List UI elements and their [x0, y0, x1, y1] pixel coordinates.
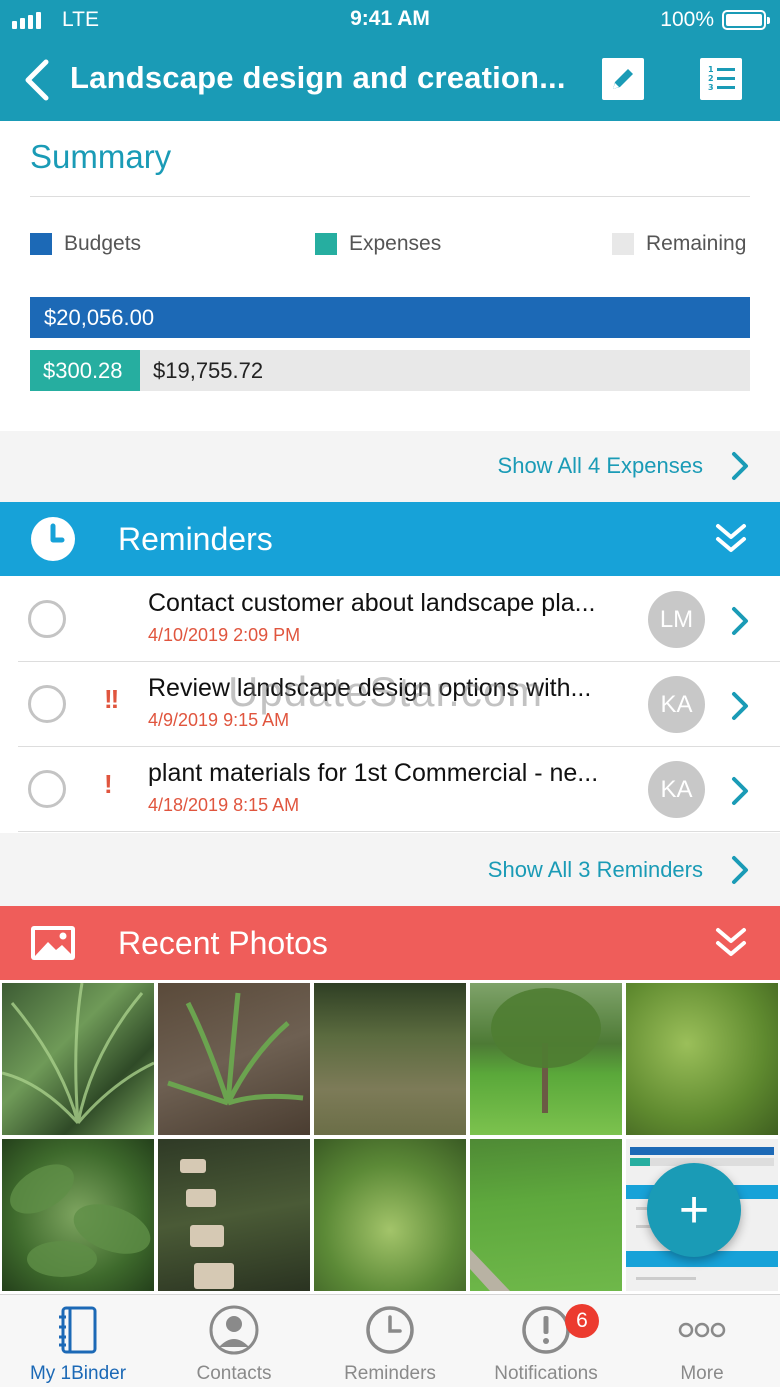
- reminder-checkbox[interactable]: [28, 770, 66, 808]
- reminder-text: plant materials for 1st Commercial - ne.…: [148, 759, 599, 787]
- chevron-right-icon: [732, 856, 748, 884]
- chevron-right-icon: [732, 692, 748, 720]
- legend-label: Budgets: [64, 232, 142, 255]
- reminder-row[interactable]: !! Review landscape design options with.…: [0, 662, 780, 747]
- chevron-right-icon: [732, 452, 748, 480]
- alert-icon: [522, 1306, 570, 1354]
- reminders-header[interactable]: Reminders: [0, 502, 780, 576]
- top-bar: LTE 9:41 AM 100% Landscape design and cr…: [0, 0, 780, 121]
- photo-thumbnail[interactable]: [314, 1139, 466, 1291]
- legend-remaining: Remaining: [612, 232, 746, 256]
- svg-text:1: 1: [708, 65, 714, 74]
- expenses-swatch: [315, 233, 337, 255]
- more-dots-icon: [678, 1322, 726, 1338]
- numbered-list-icon: 1 2 3: [708, 65, 735, 92]
- photo-thumbnail[interactable]: [470, 983, 622, 1135]
- show-all-expenses-label: Show All 4 Expenses: [497, 453, 703, 478]
- legend-budgets: Budgets: [30, 232, 141, 256]
- reminder-checkbox[interactable]: [28, 600, 66, 638]
- svg-text:2: 2: [708, 74, 714, 83]
- tab-label: Reminders: [344, 1363, 436, 1384]
- show-all-reminders-link[interactable]: Show All 3 Reminders: [0, 833, 780, 906]
- tab-reminders[interactable]: Reminders: [312, 1295, 468, 1387]
- photo-grid: [0, 980, 780, 1294]
- tab-notifications[interactable]: Notifications: [468, 1295, 624, 1387]
- battery-percent: 100%: [660, 8, 714, 31]
- legend-label: Expenses: [349, 232, 442, 255]
- legend-label: Remaining: [646, 232, 747, 255]
- tab-bar: My 1Binder Contacts Reminders Notificati…: [0, 1294, 780, 1387]
- reminder-checkbox[interactable]: [28, 685, 66, 723]
- status-bar: LTE 9:41 AM 100%: [0, 0, 780, 42]
- svg-text:3: 3: [708, 83, 714, 92]
- reminders-title: Reminders: [118, 521, 273, 557]
- add-button[interactable]: +: [647, 1163, 741, 1257]
- collapse-icon[interactable]: [714, 926, 748, 960]
- show-all-expenses-link[interactable]: Show All 4 Expenses: [0, 431, 780, 502]
- back-button[interactable]: [22, 58, 52, 102]
- photo-thumbnail[interactable]: [626, 983, 778, 1135]
- photo-thumbnail[interactable]: [314, 983, 466, 1135]
- photo-thumbnail[interactable]: [158, 1139, 310, 1291]
- legend-expenses: Expenses: [315, 232, 441, 256]
- clock-icon: [31, 517, 75, 561]
- tab-more[interactable]: More: [624, 1295, 780, 1387]
- tab-label: Contacts: [196, 1363, 272, 1384]
- avatar: KA: [648, 761, 705, 818]
- photo-thumbnail[interactable]: [470, 1139, 622, 1291]
- clock-icon: [366, 1306, 414, 1354]
- priority-indicator: !: [104, 769, 113, 799]
- expenses-bar: $300.28: [30, 350, 140, 391]
- tab-label: My 1Binder: [29, 1363, 127, 1384]
- binder-icon: [59, 1306, 97, 1354]
- tab-contacts[interactable]: Contacts: [156, 1295, 312, 1387]
- show-all-reminders-label: Show All 3 Reminders: [487, 857, 703, 882]
- reminder-row[interactable]: ! plant materials for 1st Commercial - n…: [0, 747, 780, 832]
- page-title: Landscape design and creation...: [70, 60, 566, 95]
- tab-label: More: [680, 1363, 724, 1384]
- battery-icon: [722, 10, 770, 30]
- edit-button[interactable]: [602, 58, 644, 100]
- summary-title: Summary: [30, 138, 172, 175]
- divider: [30, 196, 750, 197]
- chevron-right-icon: [732, 777, 748, 805]
- remaining-bar: $19,755.72: [153, 358, 264, 383]
- image-icon: [31, 926, 75, 960]
- tab-my-1binder[interactable]: My 1Binder: [0, 1295, 156, 1387]
- list-button[interactable]: 1 2 3: [700, 58, 742, 100]
- divider: [18, 831, 780, 832]
- photo-thumbnail[interactable]: [2, 983, 154, 1135]
- collapse-icon[interactable]: [714, 522, 748, 556]
- avatar: LM: [648, 591, 705, 648]
- reminder-row[interactable]: Contact customer about landscape pla... …: [0, 577, 780, 662]
- pencil-icon: [613, 69, 633, 89]
- recent-photos-header[interactable]: Recent Photos: [0, 906, 780, 980]
- photo-thumbnail[interactable]: [2, 1139, 154, 1291]
- remaining-swatch: [612, 233, 634, 255]
- reminder-text: Contact customer about landscape pla...: [148, 589, 596, 617]
- avatar: KA: [648, 676, 705, 733]
- reminder-date: 4/9/2019 9:15 AM: [148, 710, 290, 730]
- photo-thumbnail[interactable]: [158, 983, 310, 1135]
- notification-badge: 6: [565, 1304, 599, 1338]
- person-icon: [209, 1305, 259, 1355]
- reminder-date: 4/10/2019 2:09 PM: [148, 625, 301, 645]
- reminder-date: 4/18/2019 8:15 AM: [148, 795, 300, 815]
- budgets-swatch: [30, 233, 52, 255]
- chevron-right-icon: [732, 607, 748, 635]
- tab-label: Notifications: [494, 1363, 598, 1384]
- reminder-text: Review landscape design options with...: [148, 674, 592, 702]
- expenses-bar-track: $300.28 $19,755.72: [30, 350, 750, 391]
- priority-indicator: !!: [104, 684, 119, 714]
- recent-photos-title: Recent Photos: [118, 925, 328, 961]
- budget-bar: $20,056.00: [30, 297, 750, 338]
